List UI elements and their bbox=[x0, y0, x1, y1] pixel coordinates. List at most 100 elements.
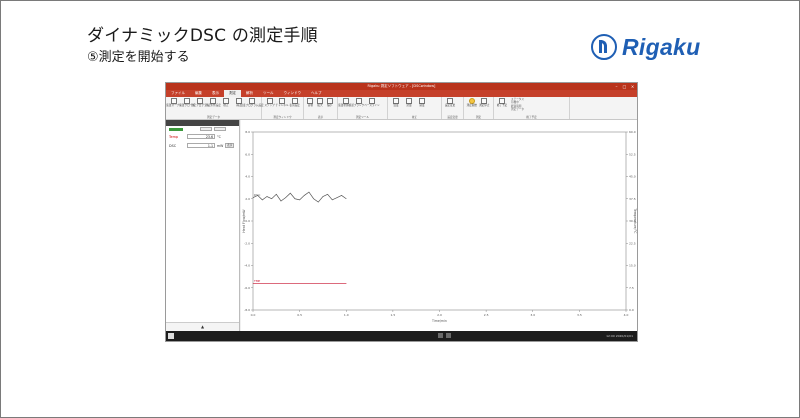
ribbon-button[interactable]: 感度 bbox=[416, 98, 428, 107]
ribbon-group-name: 設定変更 bbox=[447, 116, 458, 119]
page-subtitle: ⑤測定を開始する bbox=[87, 50, 190, 65]
y2-tick-label: 0.0 bbox=[629, 308, 634, 312]
data-point bbox=[322, 196, 324, 197]
temp-value: 23.6 bbox=[187, 134, 215, 139]
ribbon-button[interactable]: ブランク bbox=[353, 98, 365, 107]
ribbon-button-label: 温度 bbox=[393, 104, 399, 107]
ribbon-group: 設定変更 設定変更 bbox=[442, 97, 464, 119]
minimize-icon[interactable]: – bbox=[614, 84, 619, 89]
x-tick-label: 3.0 bbox=[530, 313, 535, 317]
x-axis-label: Time/min bbox=[431, 319, 447, 323]
menu-item[interactable]: 解析 bbox=[241, 90, 258, 97]
ribbon-group-name: 測定 bbox=[475, 116, 482, 119]
ribbon-button-label: 拡大 bbox=[317, 104, 323, 107]
dsc-chart: 0.0 0.5 1.0 1.5 2.0 2.5 3.0 3.5 4.0 8.0 6.0 4.0 2.0 0… bbox=[242, 130, 637, 323]
ribbon-button-label: 測定開始 bbox=[466, 104, 477, 107]
ribbon-button-label: 設定変更 bbox=[444, 104, 456, 107]
ribbon-button[interactable]: 温度プログラム設定 bbox=[240, 98, 264, 107]
y-tick-label: 6.0 bbox=[245, 152, 250, 156]
temp-label: Temp bbox=[169, 134, 179, 139]
panel-button-2[interactable] bbox=[214, 127, 226, 131]
data-point bbox=[280, 200, 282, 202]
ribbon-button[interactable]: 縮小 bbox=[325, 98, 334, 107]
ribbon-button[interactable]: 校正 bbox=[220, 98, 232, 107]
menu-item[interactable]: ファイル bbox=[166, 90, 190, 97]
data-point bbox=[336, 197, 338, 198]
series-label: DSC bbox=[254, 193, 260, 197]
expand-icon[interactable]: ▲ bbox=[166, 322, 239, 331]
ribbon-button-label: 終了予定 bbox=[496, 104, 508, 107]
ribbon-toolbar: 装置オープン 装置クローズ 測定プログラム 測定条件設定 校正 補正 温度プログラム設定 測定… bbox=[166, 97, 637, 120]
y-tick-label: -2.0 bbox=[244, 241, 250, 245]
menu-item[interactable]: 測定 bbox=[224, 90, 241, 97]
window-title: Rigaku 測定ソフトウェア - [DSCwindow] bbox=[367, 84, 436, 88]
ribbon-group: 測定開始 測定停止測定 bbox=[464, 97, 494, 119]
ribbon-button-label: 測定条件設定 bbox=[205, 104, 221, 107]
data-point bbox=[341, 195, 342, 196]
data-point bbox=[313, 198, 314, 199]
ribbon-button-label: 縮小 bbox=[327, 104, 333, 107]
menu-item[interactable]: ヘルプ bbox=[306, 90, 327, 97]
ribbon-button[interactable]: 熱量 bbox=[403, 98, 415, 107]
menu-item[interactable]: 表示 bbox=[207, 90, 224, 97]
ribbon-button[interactable]: 終了予定 bbox=[496, 98, 508, 107]
ribbon-button-label: ステップ bbox=[264, 104, 275, 107]
x-tick-label: 4.0 bbox=[624, 313, 629, 317]
ribbon-group-name: 終了予定 bbox=[526, 116, 537, 119]
ribbon-button-label: 感度 bbox=[419, 104, 425, 107]
x-tick-label: 1.5 bbox=[390, 313, 395, 317]
data-point bbox=[346, 283, 347, 284]
y2-tick-label: 22.5 bbox=[629, 241, 636, 245]
data-point bbox=[299, 199, 300, 201]
ribbon-group: 終了予定 ステータス 待機中 経過時間 測定データ 終了予定 bbox=[494, 97, 570, 119]
panel-button-1[interactable] bbox=[200, 127, 212, 131]
y2-tick-label: 7.5 bbox=[629, 286, 634, 290]
ribbon-button-label: 校正 bbox=[223, 104, 229, 107]
ribbon-group-name: 測定ウィンドウ bbox=[273, 116, 292, 119]
ribbon-button[interactable]: 自動 bbox=[306, 98, 315, 107]
x-tick-label: 2.5 bbox=[484, 313, 489, 317]
ribbon-button[interactable]: チャンネル bbox=[276, 98, 288, 107]
x-tick-label: 1.0 bbox=[344, 313, 349, 317]
ribbon-button[interactable]: 測定プログラム bbox=[191, 98, 209, 107]
x-tick-label: 2.0 bbox=[437, 313, 442, 317]
menu-item[interactable]: 編集 bbox=[190, 90, 207, 97]
menu-item[interactable]: ツール bbox=[258, 90, 279, 97]
taskbar-app-icon[interactable] bbox=[446, 333, 451, 338]
ribbon-button[interactable]: 装置状態確認 bbox=[338, 98, 354, 107]
taskbar-app-icon[interactable] bbox=[438, 333, 443, 338]
x-tick-label: 3.5 bbox=[577, 313, 582, 317]
ribbon-group: ステップ チャンネル 表示設定測定ウィンドウ bbox=[262, 97, 304, 119]
data-point bbox=[271, 198, 272, 199]
start-measurement-button[interactable]: 測定開始 bbox=[466, 98, 478, 107]
ribbon-button[interactable]: ベースライン bbox=[364, 98, 380, 107]
y2-tick-label: 37.5 bbox=[629, 197, 636, 201]
ribbon-group-name: 測定データ bbox=[207, 116, 220, 119]
data-point bbox=[304, 195, 305, 196]
data-point bbox=[299, 283, 300, 284]
data-point bbox=[266, 196, 268, 197]
ribbon-button[interactable]: 測定停止 bbox=[479, 98, 491, 107]
ribbon-button[interactable]: 装置オープン bbox=[166, 98, 182, 107]
start-icon[interactable] bbox=[168, 333, 174, 339]
menu-item[interactable]: ウィンドウ bbox=[279, 90, 307, 97]
close-icon[interactable]: × bbox=[630, 84, 635, 89]
ribbon-group: 装置オープン 装置クローズ 測定プログラム 測定条件設定 校正 補正 温度プログラム設定 測定… bbox=[166, 97, 264, 119]
ribbon-group-name: 測定ツール bbox=[356, 116, 369, 119]
data-point bbox=[252, 197, 254, 198]
y2-axis-label: Temperature/°C bbox=[633, 207, 637, 234]
ribbon-button[interactable]: ステップ bbox=[264, 98, 275, 107]
y-tick-label: 2.0 bbox=[245, 197, 250, 201]
ribbon-button[interactable]: 拡大 bbox=[316, 98, 325, 107]
ribbon-button[interactable]: 表示設定 bbox=[289, 98, 300, 107]
series-label: TMP bbox=[253, 279, 260, 283]
ribbon-button-label: 自動 bbox=[307, 104, 313, 107]
ribbon-button[interactable]: 測定条件設定 bbox=[205, 98, 221, 107]
system-tray: 12:00 2020/01/01 bbox=[606, 334, 633, 338]
ribbon-button[interactable]: 設定変更 bbox=[444, 98, 456, 107]
maximize-icon[interactable]: □ bbox=[622, 84, 627, 89]
dsc-display-button[interactable]: 表示 bbox=[225, 143, 235, 148]
y-tick-label: 8.0 bbox=[245, 130, 250, 134]
ribbon-button[interactable]: 温度 bbox=[390, 98, 402, 107]
data-point bbox=[276, 194, 277, 195]
